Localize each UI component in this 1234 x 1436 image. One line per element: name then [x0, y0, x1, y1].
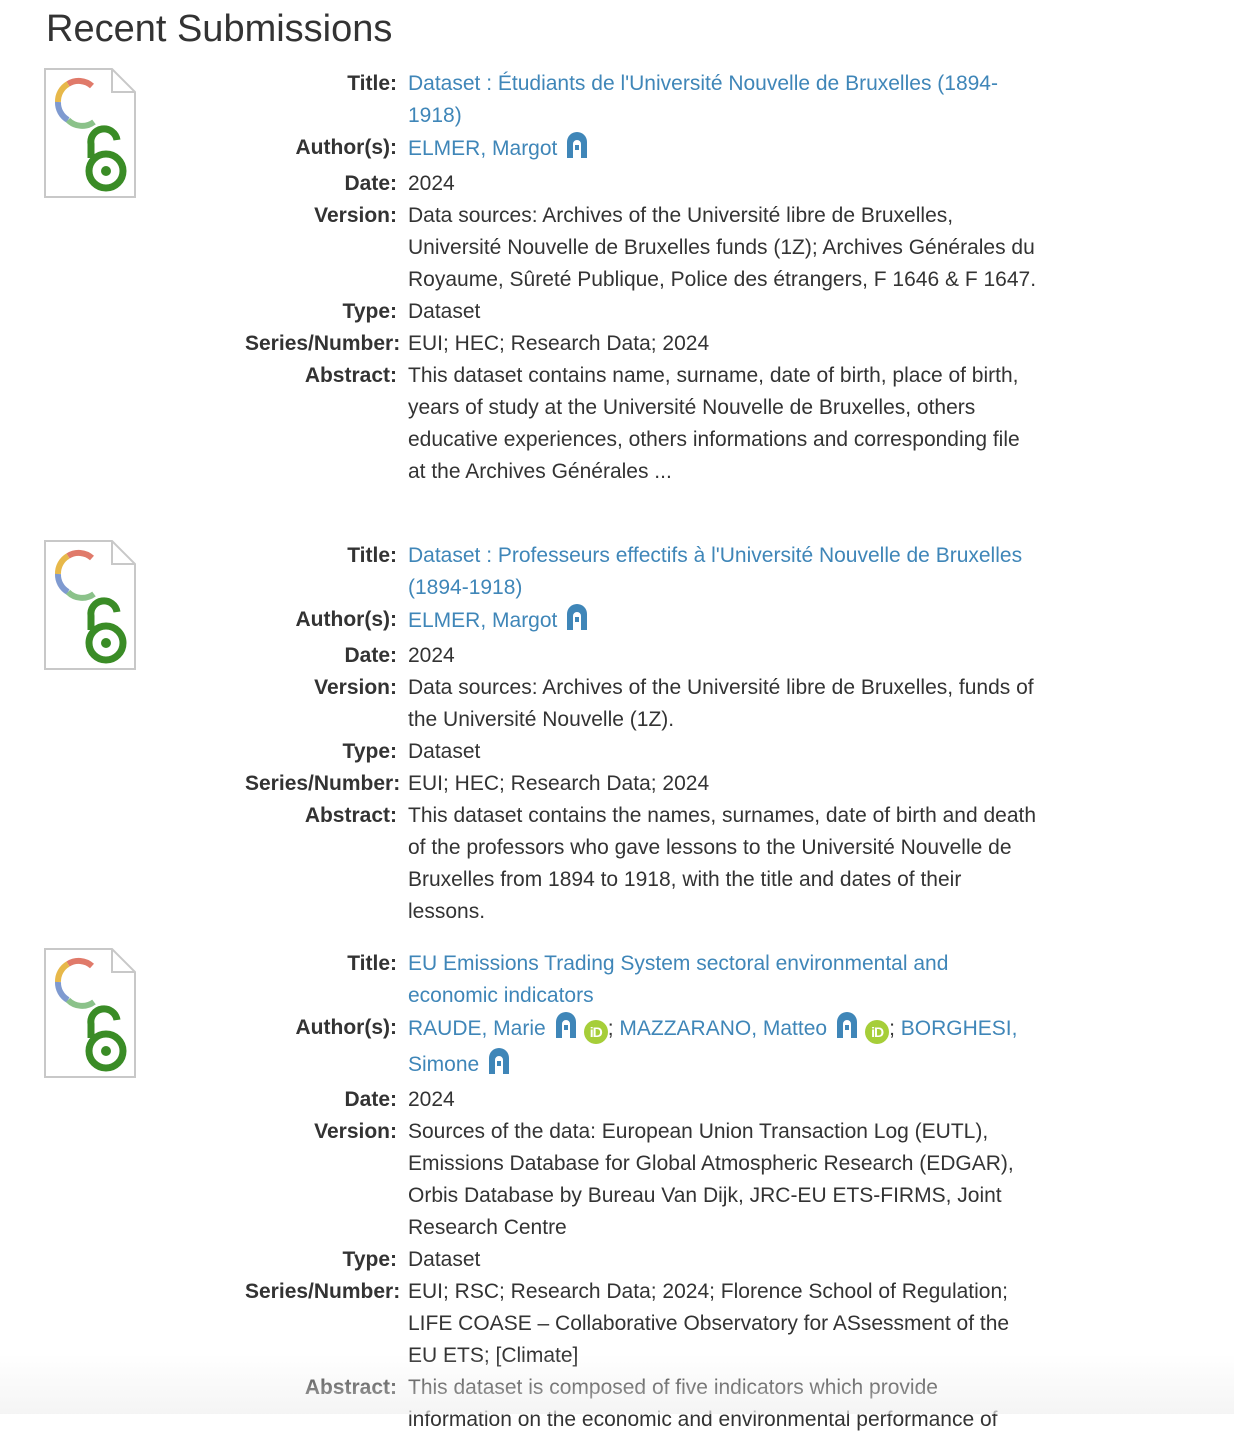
repository-profile-icon[interactable]	[565, 132, 589, 168]
date-row: Date: 2024	[245, 168, 1045, 200]
abstract-label: Abstract:	[304, 364, 397, 387]
authors-label: Author(s):	[295, 136, 397, 159]
open-access-document-icon[interactable]	[44, 68, 136, 198]
abstract-value: This dataset contains name, surname, dat…	[408, 364, 1020, 483]
abstract-value: This dataset contains the names, surname…	[408, 804, 1037, 923]
type-row: Type: Dataset	[245, 736, 1045, 768]
repository-profile-icon[interactable]	[554, 1012, 578, 1048]
author-link[interactable]: ELMER, Margot	[408, 609, 557, 632]
abstract-row: Abstract: This dataset contains name, sur…	[245, 360, 1045, 488]
author-separator: ;	[889, 1017, 901, 1040]
page-title: Recent Submissions	[46, 8, 393, 50]
series-label: Series/Number:	[245, 772, 401, 795]
open-access-document-icon[interactable]	[44, 540, 136, 670]
abstract-value: This dataset is composed of five indicat…	[408, 1376, 998, 1431]
date-label: Date:	[344, 172, 397, 195]
title-value: Dataset : Étudiants de l'Université Nouv…	[408, 68, 1038, 132]
series-label: Series/Number:	[245, 332, 401, 355]
type-label: Type:	[342, 300, 397, 323]
authors-label: Author(s):	[295, 1016, 397, 1039]
orcid-icon[interactable]: iD	[583, 1020, 608, 1044]
item-metadata: Title: EU Emissions Trading System sector…	[245, 948, 1045, 1436]
version-label: Version:	[314, 1120, 397, 1143]
version-value: Sources of the data: European Union Tran…	[408, 1120, 1014, 1239]
item-title-link[interactable]: Dataset : Professeurs effectifs à l'Univ…	[408, 544, 1022, 599]
title-row: Title: EU Emissions Trading System sector…	[245, 948, 1045, 1012]
orcid-icon[interactable]: iD	[865, 1020, 890, 1044]
abstract-row: Abstract: This dataset is composed of fiv…	[245, 1372, 1045, 1436]
version-value: Data sources: Archives of the Université…	[408, 676, 1034, 731]
version-value: Data sources: Archives of the Université…	[408, 204, 1037, 291]
date-row: Date: 2024	[245, 1084, 1045, 1116]
item-metadata: Title: Dataset : Étudiants de l'Universit…	[245, 68, 1045, 488]
authors-row: Author(s): ELMER, Margot	[245, 132, 1045, 168]
abstract-label: Abstract:	[304, 804, 397, 827]
title-row: Title: Dataset : Professeurs effectifs à …	[245, 540, 1045, 604]
abstract-label: Abstract:	[304, 1376, 397, 1399]
type-value: Dataset	[408, 740, 481, 763]
item-title-link[interactable]: Dataset : Étudiants de l'Université Nouv…	[408, 72, 998, 127]
version-row: Version: Data sources: Archives of the Un…	[245, 200, 1045, 296]
type-value: Dataset	[408, 300, 481, 323]
item-metadata: Title: Dataset : Professeurs effectifs à …	[245, 540, 1045, 928]
version-row: Version: Data sources: Archives of the Un…	[245, 672, 1045, 736]
authors-value: ELMER, Margot	[408, 132, 1038, 168]
series-row: Series/Number: EUI; HEC; Research Data; 2…	[245, 768, 1045, 800]
type-value: Dataset	[408, 1248, 481, 1271]
title-label: Title:	[347, 72, 397, 95]
title-row: Title: Dataset : Étudiants de l'Universit…	[245, 68, 1045, 132]
date-label: Date:	[344, 644, 397, 667]
date-value: 2024	[408, 172, 455, 195]
open-access-document-icon[interactable]	[44, 948, 136, 1078]
series-value: EUI; HEC; Research Data; 2024	[408, 332, 710, 355]
date-label: Date:	[344, 1088, 397, 1111]
repository-profile-icon[interactable]	[565, 604, 589, 640]
author-separator: ;	[607, 1017, 620, 1040]
author-link[interactable]: MAZZARANO, Matteo	[619, 1017, 827, 1040]
title-label: Title:	[347, 544, 397, 567]
type-label: Type:	[342, 1248, 397, 1271]
type-row: Type: Dataset	[245, 1244, 1045, 1276]
author-link[interactable]: ELMER, Margot	[408, 137, 557, 160]
date-value: 2024	[408, 1088, 455, 1111]
authors-value: ELMER, Margot	[408, 604, 1038, 640]
authors-label: Author(s):	[295, 608, 397, 631]
version-label: Version:	[314, 676, 397, 699]
series-value: EUI; RSC; Research Data; 2024; Florence …	[408, 1280, 1010, 1367]
series-value: EUI; HEC; Research Data; 2024	[408, 772, 710, 795]
abstract-row: Abstract: This dataset contains the names…	[245, 800, 1045, 928]
date-row: Date: 2024	[245, 640, 1045, 672]
version-row: Version: Sources of the data: European Un…	[245, 1116, 1045, 1244]
authors-row: Author(s): RAUDE, Marie iD; MAZZARANO, Ma…	[245, 1012, 1045, 1084]
series-row: Series/Number: EUI; RSC; Research Data; 2…	[245, 1276, 1045, 1372]
title-value: EU Emissions Trading System sectoral env…	[408, 948, 1038, 1012]
authors-row: Author(s): ELMER, Margot	[245, 604, 1045, 640]
repository-profile-icon[interactable]	[487, 1048, 511, 1084]
item-title-link[interactable]: EU Emissions Trading System sectoral env…	[408, 952, 948, 1007]
type-label: Type:	[342, 740, 397, 763]
authors-value: RAUDE, Marie iD; MAZZARANO, Matteo iD; B…	[408, 1012, 1038, 1084]
repository-profile-icon[interactable]	[835, 1012, 859, 1048]
type-row: Type: Dataset	[245, 296, 1045, 328]
title-value: Dataset : Professeurs effectifs à l'Univ…	[408, 540, 1038, 604]
title-label: Title:	[347, 952, 397, 975]
author-link[interactable]: RAUDE, Marie	[408, 1017, 546, 1040]
version-label: Version:	[314, 204, 397, 227]
series-label: Series/Number:	[245, 1280, 401, 1303]
date-value: 2024	[408, 644, 455, 667]
series-row: Series/Number: EUI; HEC; Research Data; 2…	[245, 328, 1045, 360]
